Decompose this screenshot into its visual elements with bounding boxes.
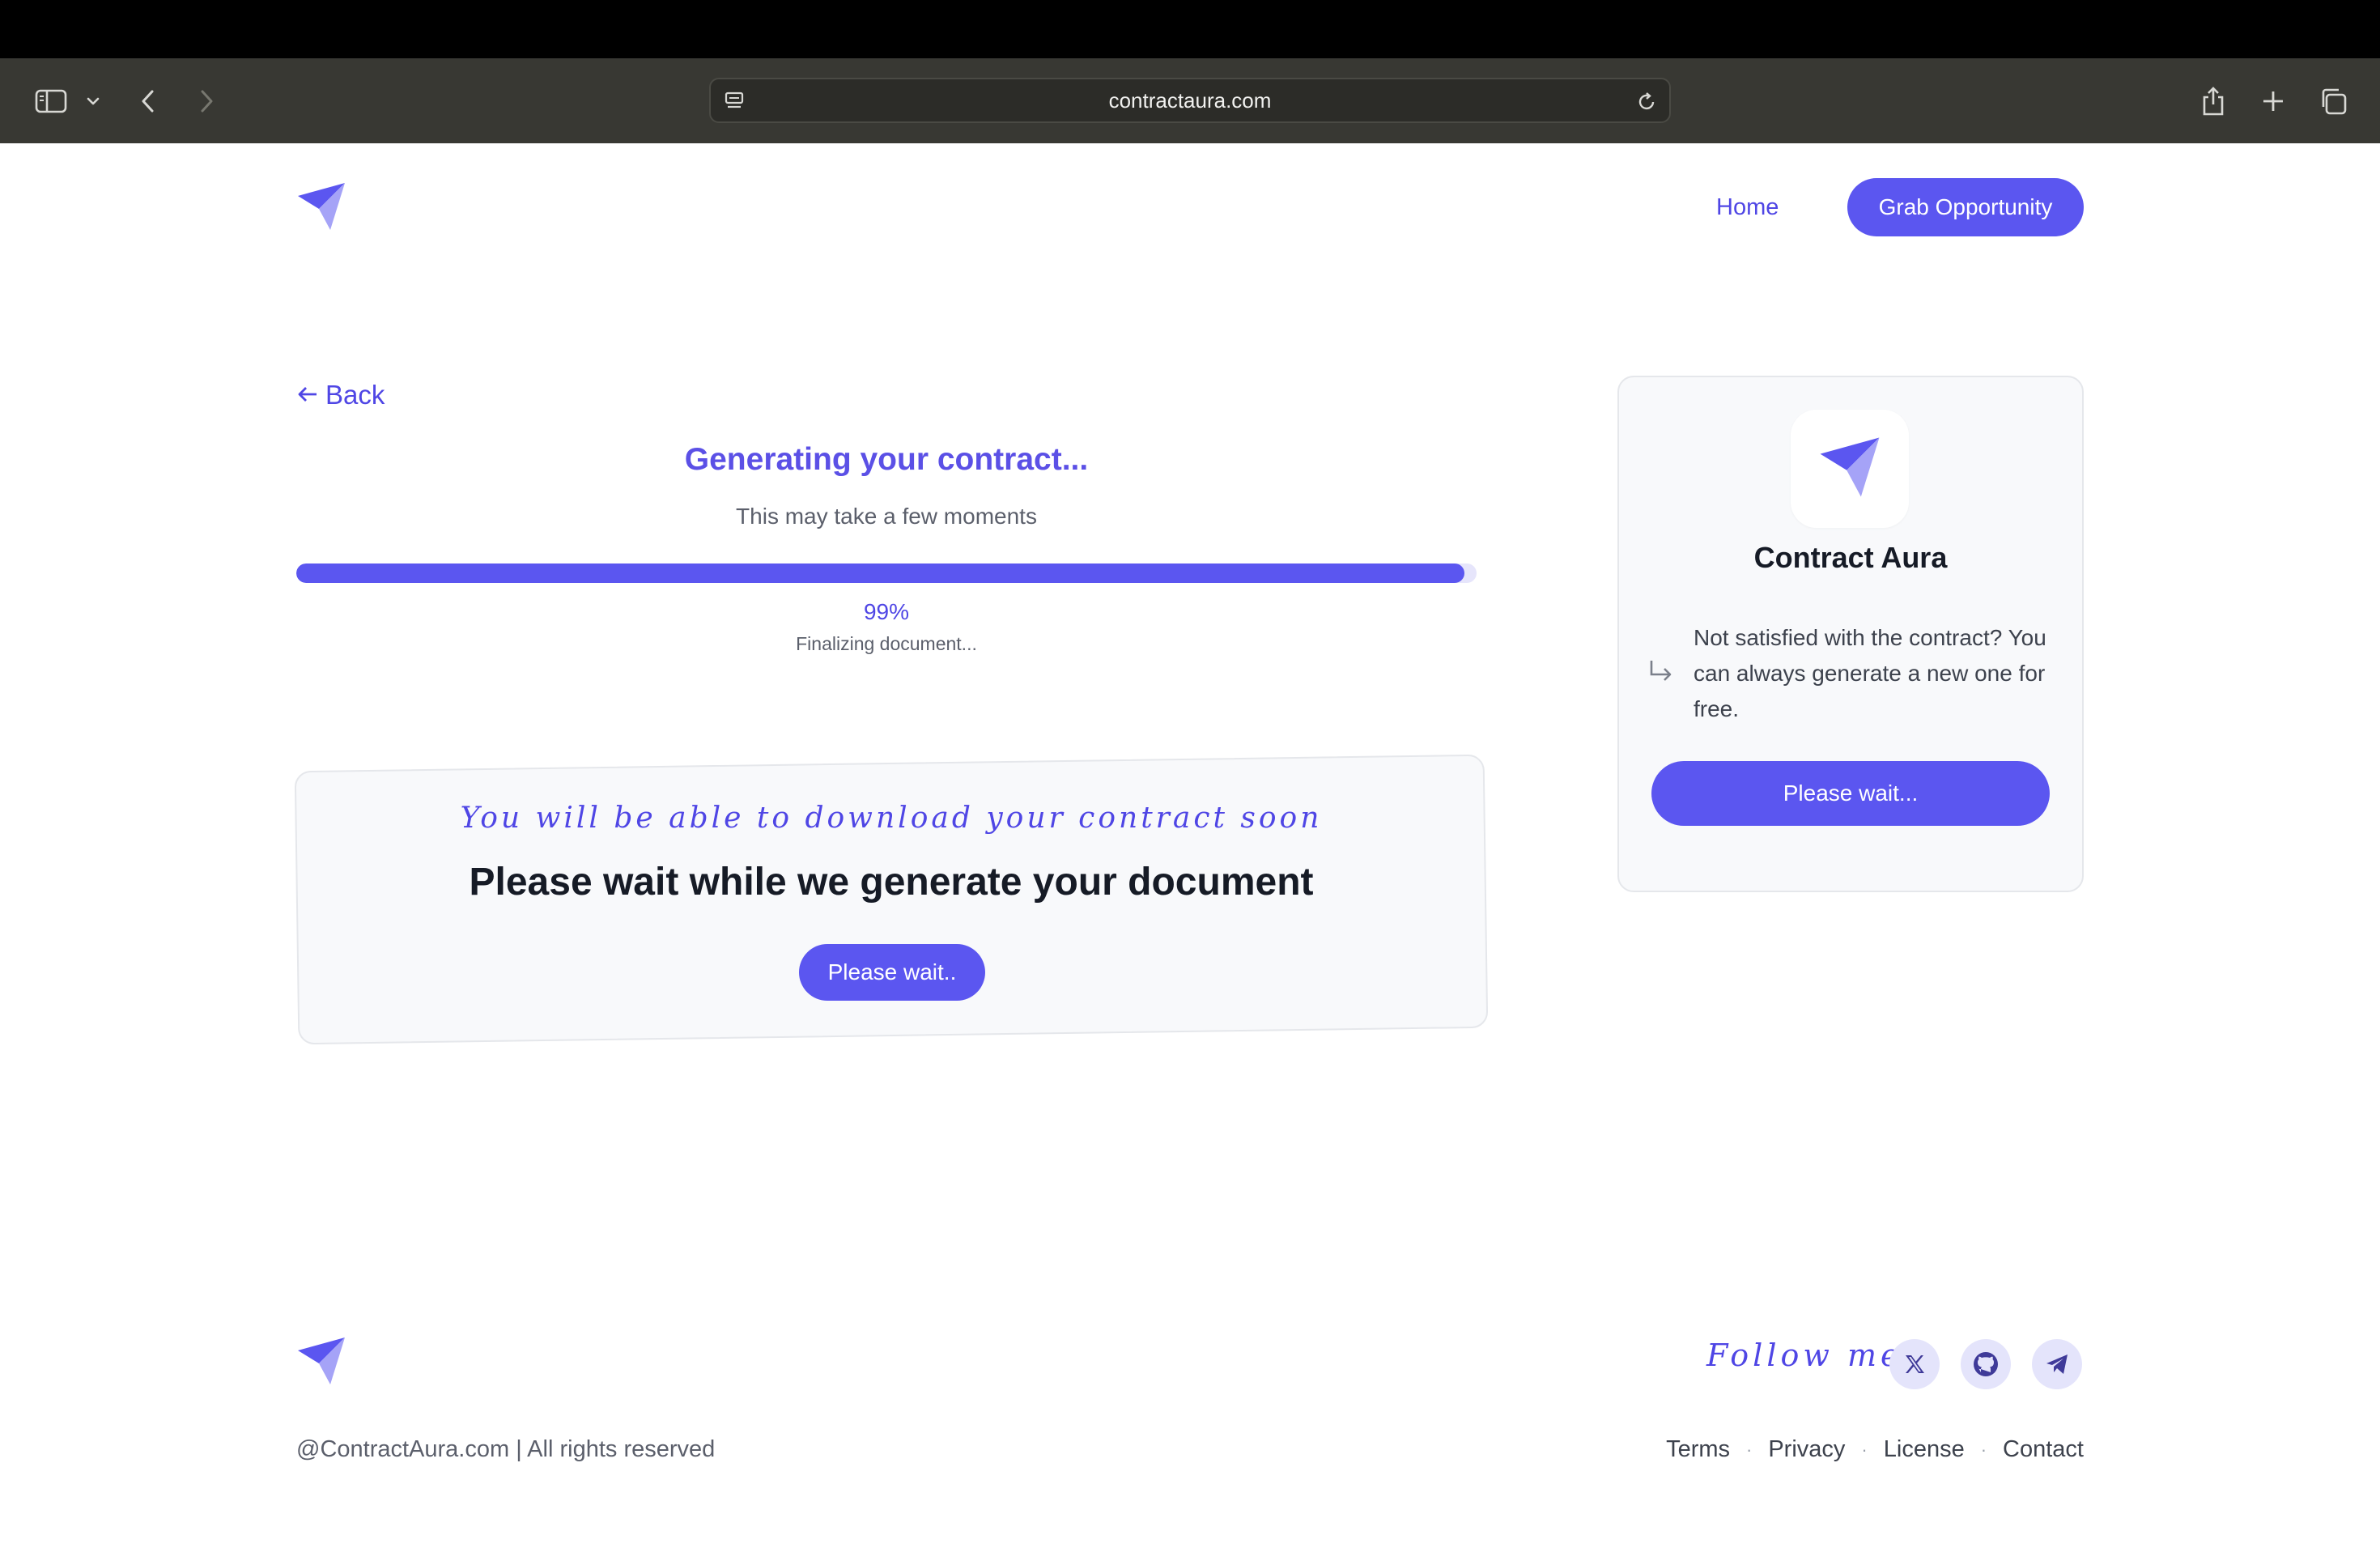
sidebar-toggle-icon[interactable] — [31, 58, 71, 143]
x-icon[interactable] — [1889, 1339, 1940, 1389]
grab-opportunity-button[interactable]: Grab Opportunity — [1847, 178, 2084, 236]
paper-plane-icon — [1818, 436, 1881, 503]
please-wait-button[interactable]: Please wait.. — [799, 944, 985, 1001]
progress-fill — [296, 563, 1465, 583]
share-icon[interactable] — [2197, 58, 2229, 143]
page-subtitle: This may take a few moments — [736, 504, 1037, 529]
follow-me-label: Follow me — [1706, 1337, 1903, 1373]
new-tab-icon[interactable] — [2257, 58, 2289, 143]
regenerate-message: Not satisfied with the contract? You can… — [1694, 625, 2046, 721]
page-title: Generating your contract... — [684, 442, 1089, 477]
tab-overview-icon[interactable] — [2317, 58, 2349, 143]
separator-dot: · — [1980, 1439, 1987, 1460]
side-please-wait-button[interactable]: Please wait... — [1651, 761, 2050, 826]
wait-heading: Please wait while we generate your docum… — [469, 861, 1314, 904]
back-link[interactable]: Back — [296, 376, 385, 415]
progress-status: Finalizing document... — [796, 633, 977, 654]
footer-link-privacy[interactable]: Privacy — [1768, 1436, 1845, 1463]
footer-link-contact[interactable]: Contact — [2003, 1436, 2084, 1463]
progress-percent: 99% — [863, 599, 910, 624]
footer-logo-icon[interactable] — [296, 1336, 346, 1390]
footer-link-license[interactable]: License — [1884, 1436, 1965, 1463]
back-arrow-icon[interactable] — [136, 58, 160, 143]
url-text: contractaura.com — [1108, 88, 1272, 113]
back-label: Back — [325, 380, 385, 410]
separator-dot: · — [1746, 1439, 1753, 1460]
progress-bar — [296, 563, 1477, 583]
corner-arrow-icon — [1648, 659, 1674, 687]
handwritten-note: You will be able to download your contra… — [460, 802, 1323, 835]
copyright-text: @ContractAura.com | All rights reserved — [296, 1436, 716, 1462]
telegram-icon[interactable] — [2032, 1339, 2082, 1389]
logo-icon[interactable] — [296, 181, 346, 236]
app-name: Contract Aura — [1753, 541, 1948, 574]
chevron-down-icon[interactable] — [81, 58, 105, 143]
github-icon[interactable] — [1961, 1339, 2011, 1389]
address-bar[interactable]: contractaura.com — [709, 78, 1671, 123]
footer-links: Terms · Privacy · License · Contact — [1666, 1436, 2084, 1463]
separator-dot: · — [1861, 1439, 1868, 1460]
nav-home-link[interactable]: Home — [1716, 188, 1779, 227]
app-logo — [1791, 410, 1909, 528]
arrow-left-icon — [296, 376, 319, 415]
system-top-bar — [0, 0, 2380, 58]
reload-icon[interactable] — [1635, 91, 1658, 117]
forward-arrow-icon[interactable] — [194, 58, 219, 143]
footer-link-terms[interactable]: Terms — [1666, 1436, 1730, 1463]
